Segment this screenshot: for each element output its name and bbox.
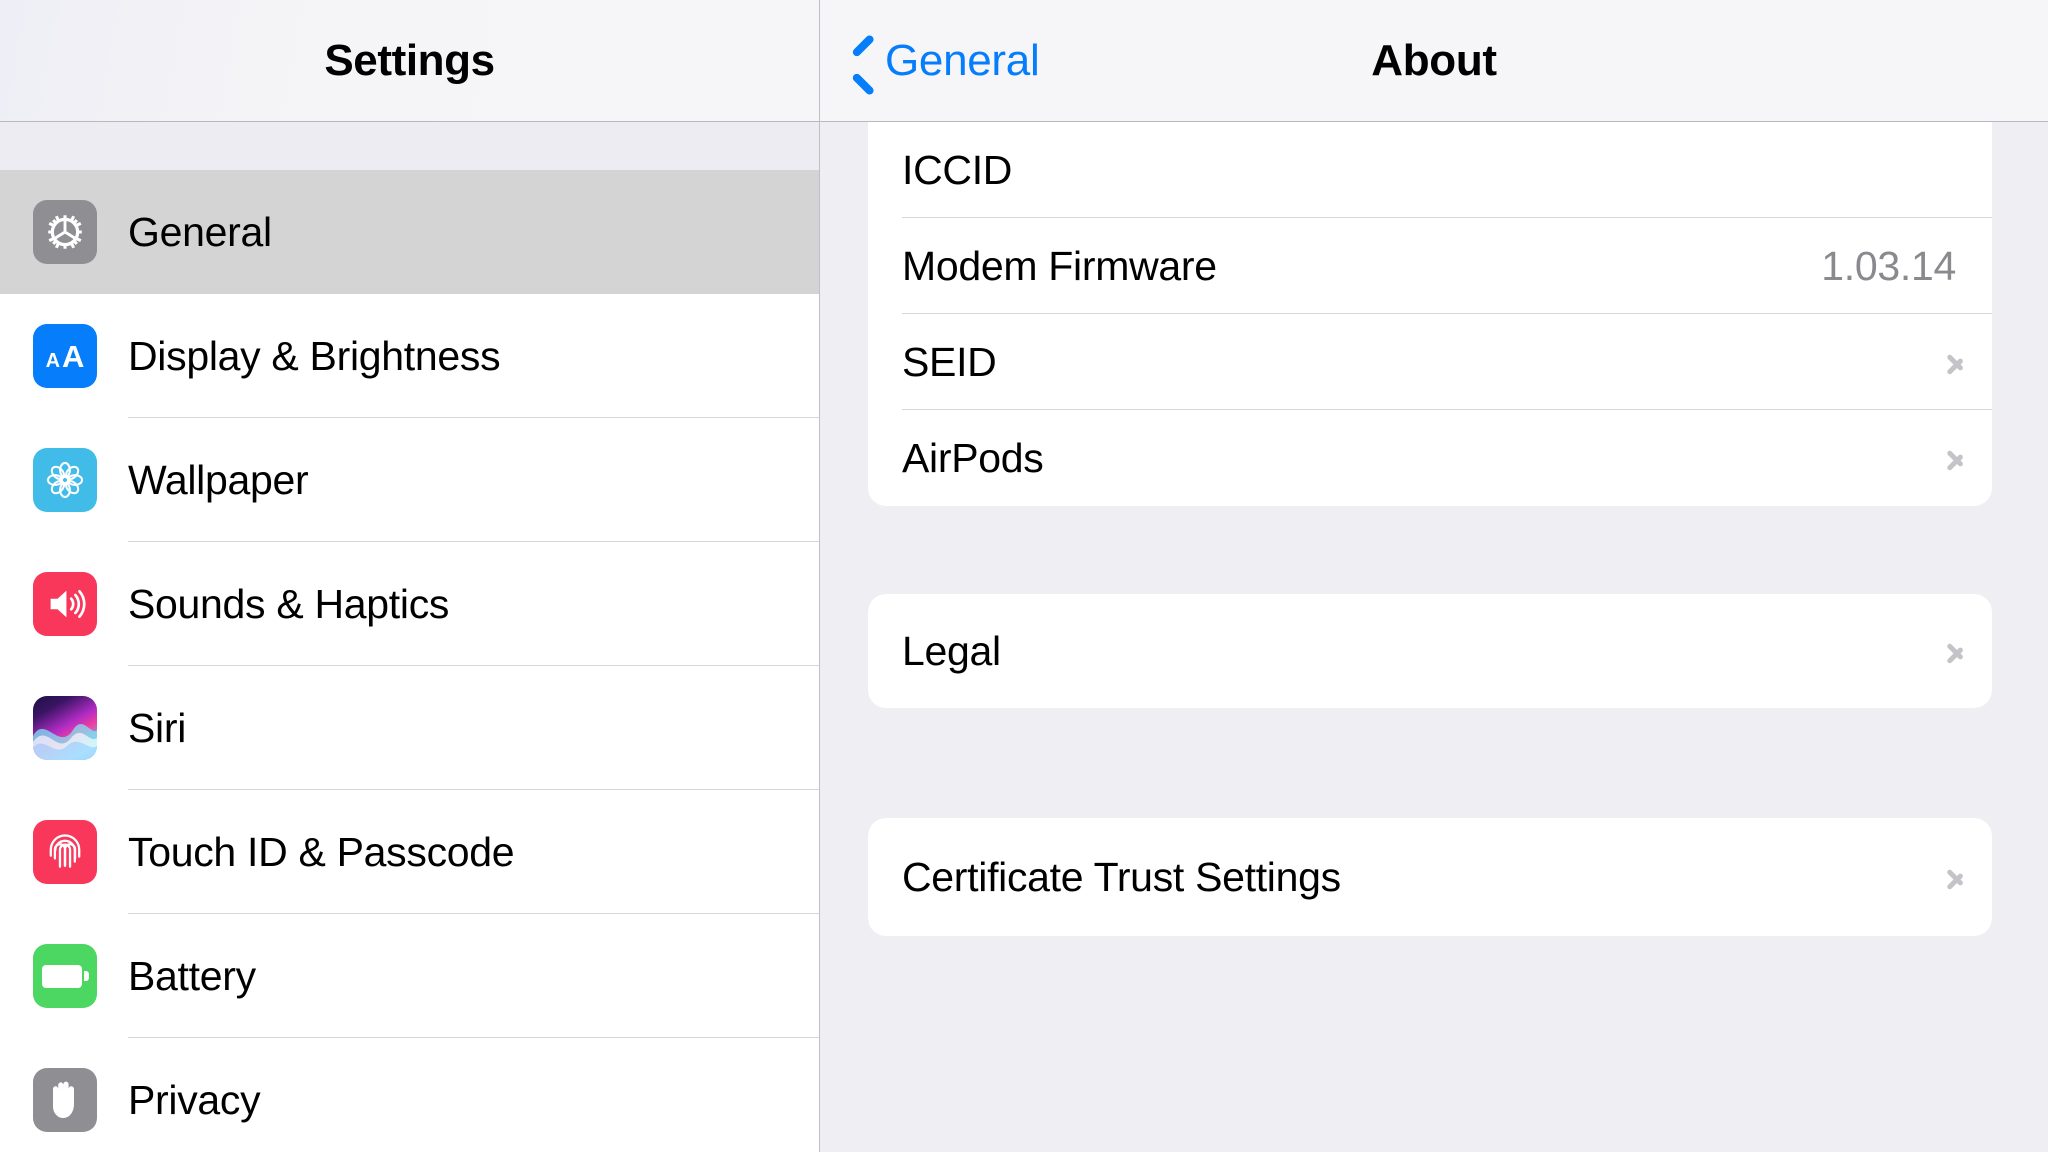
- chevron-right-icon: [1946, 635, 1964, 667]
- sidebar-item-wallpaper[interactable]: Wallpaper: [0, 418, 819, 542]
- sidebar-item-label: Touch ID & Passcode: [128, 828, 515, 875]
- wallpaper-icon: [33, 448, 97, 512]
- settings-split-view: Settings General A A Display & Brightnes…: [0, 0, 2048, 1152]
- sidebar-item-sounds-haptics[interactable]: Sounds & Haptics: [0, 542, 819, 666]
- back-button-label: General: [885, 35, 1040, 85]
- sidebar-item-label: Privacy: [128, 1076, 261, 1123]
- back-button[interactable]: General: [850, 35, 1040, 86]
- table-row[interactable]: Certificate Trust Settings: [868, 818, 1992, 936]
- chevron-left-icon: [850, 39, 876, 83]
- chevron-right-icon: [1946, 346, 1964, 378]
- speaker-icon: [33, 572, 97, 636]
- sidebar-list[interactable]: General AA Display & Brightness Wallpape…: [0, 122, 819, 1152]
- about-scroll-area[interactable]: ICCID Modem Firmware 1.03.14 SEID AirPod: [820, 122, 2048, 1152]
- sidebar-item-touch-id-passcode[interactable]: Touch ID & Passcode: [0, 790, 819, 914]
- detail-header: General About: [820, 0, 2048, 122]
- row-label: AirPods: [902, 434, 1044, 481]
- sidebar-item-label: Wallpaper: [128, 456, 309, 503]
- fingerprint-icon: [33, 820, 97, 884]
- row-label: ICCID: [902, 146, 1013, 193]
- about-group-certificates: Certificate Trust Settings: [868, 818, 1992, 936]
- about-group-device: ICCID Modem Firmware 1.03.14 SEID AirPod: [868, 122, 1992, 506]
- sidebar-item-siri[interactable]: Siri: [0, 666, 819, 790]
- sidebar-top-gap: [0, 122, 819, 170]
- row-label: Certificate Trust Settings: [902, 853, 1341, 900]
- sidebar-item-general[interactable]: General: [0, 170, 819, 294]
- table-row[interactable]: Modem Firmware 1.03.14: [868, 218, 1992, 314]
- about-group-legal: Legal: [868, 594, 1992, 708]
- sidebar-item-display-brightness[interactable]: AA Display & Brightness: [0, 294, 819, 418]
- gear-icon: [33, 200, 97, 264]
- display-icon: AA: [33, 324, 97, 388]
- settings-sidebar: Settings General A A Display & Brightnes…: [0, 0, 820, 1152]
- table-row[interactable]: ICCID: [868, 122, 1992, 218]
- sidebar-item-label: General: [128, 208, 272, 255]
- chevron-right-icon: [1946, 442, 1964, 474]
- chevron-right-icon: [1946, 861, 1964, 893]
- sidebar-item-label: Sounds & Haptics: [128, 580, 450, 627]
- row-label: Modem Firmware: [902, 242, 1217, 289]
- table-row[interactable]: AirPods: [868, 410, 1992, 506]
- sidebar-item-label: Siri: [128, 704, 187, 751]
- about-detail-panel: General About ICCID Modem Firmware 1.03.…: [820, 0, 2048, 1152]
- row-label: Legal: [902, 627, 1001, 674]
- battery-icon: [33, 944, 97, 1008]
- row-label: SEID: [902, 338, 997, 385]
- sidebar-header: Settings: [0, 0, 819, 122]
- sidebar-item-privacy[interactable]: Privacy: [0, 1038, 819, 1152]
- page-title: Settings: [324, 35, 495, 85]
- table-row[interactable]: Legal: [868, 594, 1992, 708]
- hand-icon: [33, 1068, 97, 1132]
- sidebar-item-label: Display & Brightness: [128, 332, 501, 379]
- sidebar-item-battery[interactable]: Battery: [0, 914, 819, 1038]
- siri-icon: [33, 696, 97, 760]
- sidebar-item-label: Battery: [128, 952, 256, 999]
- table-row[interactable]: SEID: [868, 314, 1992, 410]
- row-value: 1.03.14: [1821, 242, 1956, 289]
